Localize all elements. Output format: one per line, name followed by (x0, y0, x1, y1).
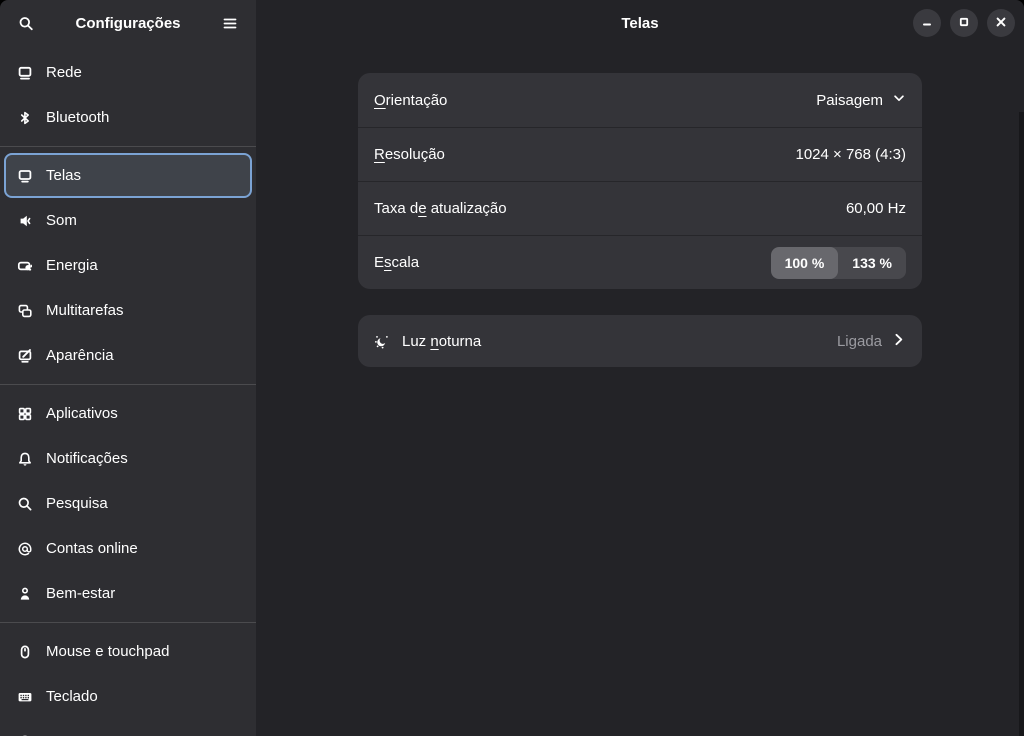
sidebar-separator (0, 146, 256, 147)
sidebar-item-label: Aparência (46, 347, 114, 364)
sidebar-separator (0, 384, 256, 385)
search-icon (17, 496, 33, 512)
sidebar-item-bem-estar[interactable]: Bem-estar (4, 571, 252, 616)
appearance-icon (17, 348, 33, 364)
maximize-button[interactable] (950, 9, 978, 37)
night-light-row[interactable]: Luz noturna Ligada (358, 315, 922, 367)
sidebar-item-label: Telas (46, 167, 81, 184)
sidebar-item-label: Pesquisa (46, 495, 108, 512)
sidebar: Configurações Rede (0, 0, 256, 736)
network-icon (17, 65, 33, 81)
search-icon (18, 16, 34, 32)
sidebar-item-label: Bem-estar (46, 585, 115, 602)
night-light-label: Luz noturna (402, 333, 481, 350)
search-button[interactable] (9, 7, 43, 41)
sidebar-nav: Rede Bluetooth Telas (0, 47, 256, 736)
mouse-icon (17, 644, 33, 660)
screen-edge-strip (1019, 112, 1024, 736)
refresh-rate-label: Taxa de atualização (374, 200, 507, 217)
hamburger-menu-icon (222, 16, 238, 32)
scale-row: Escala 100 % 133 % (358, 235, 922, 289)
sidebar-item-aplicativos[interactable]: Aplicativos (4, 391, 252, 436)
chevron-right-icon (891, 332, 906, 351)
sidebar-item-label: Notificações (46, 450, 128, 467)
night-light-icon (374, 333, 390, 349)
bluetooth-icon (17, 110, 33, 126)
sidebar-item-label: Som (46, 212, 77, 229)
chevron-down-icon (892, 91, 906, 109)
night-light-value: Ligada (837, 332, 906, 351)
display-settings-card: Orientação Paisagem Resolução (358, 73, 922, 289)
night-light-card: Luz noturna Ligada (358, 315, 922, 367)
displays-page: Orientação Paisagem Resolução (256, 47, 1024, 736)
speaker-icon (17, 213, 33, 229)
scale-label: Escala (374, 254, 419, 271)
bell-icon (17, 451, 33, 467)
sidebar-item-mouse-touchpad[interactable]: Mouse e touchpad (4, 629, 252, 674)
apps-grid-icon (17, 406, 33, 422)
orientation-row[interactable]: Orientação Paisagem (358, 73, 922, 127)
settings-app: Configurações Rede (0, 0, 1024, 736)
sidebar-item-energia[interactable]: Energia (4, 243, 252, 288)
scale-option-133[interactable]: 133 % (838, 247, 906, 279)
multitasking-icon (17, 303, 33, 319)
displays-icon (17, 168, 33, 184)
sidebar-item-rede[interactable]: Rede (4, 50, 252, 95)
app-title: Configurações (43, 15, 213, 32)
maximize-icon (956, 14, 972, 33)
sidebar-item-aparencia[interactable]: Aparência (4, 333, 252, 378)
refresh-rate-value: 60,00 Hz (846, 200, 906, 217)
sidebar-item-bluetooth[interactable]: Bluetooth (4, 95, 252, 140)
minimize-button[interactable] (913, 9, 941, 37)
sidebar-item-contas-online[interactable]: Contas online (4, 526, 252, 571)
sidebar-item-label: Bluetooth (46, 109, 109, 126)
sidebar-item-label: Teclado (46, 688, 98, 705)
orientation-label: Orientação (374, 92, 447, 109)
content-pane: Telas (256, 0, 1024, 736)
sidebar-separator (0, 622, 256, 623)
sidebar-item-partial[interactable] (4, 719, 252, 736)
scale-option-100[interactable]: 100 % (771, 247, 839, 279)
resolution-value: 1024 × 768 (4:3) (795, 146, 906, 163)
settings-window: Configurações Rede (0, 0, 1024, 736)
header-bar: Telas (256, 0, 1024, 47)
scale-toggle-group: 100 % 133 % (771, 247, 906, 279)
sidebar-item-pesquisa[interactable]: Pesquisa (4, 481, 252, 526)
sidebar-item-teclado[interactable]: Teclado (4, 674, 252, 719)
battery-icon (17, 258, 33, 274)
sidebar-item-multitarefas[interactable]: Multitarefas (4, 288, 252, 333)
close-icon (993, 14, 1009, 33)
page-title: Telas (621, 15, 658, 32)
main-menu-button[interactable] (213, 7, 247, 41)
sidebar-item-label: Aplicativos (46, 405, 118, 422)
resolution-label: Resolução (374, 146, 445, 163)
sidebar-item-label: Energia (46, 257, 98, 274)
close-button[interactable] (987, 9, 1015, 37)
sidebar-item-notificacoes[interactable]: Notificações (4, 436, 252, 481)
sidebar-item-label: Multitarefas (46, 302, 124, 319)
night-light-status: Ligada (837, 333, 882, 350)
sidebar-item-label: Mouse e touchpad (46, 643, 169, 660)
refresh-rate-row[interactable]: Taxa de atualização 60,00 Hz (358, 181, 922, 235)
at-symbol-icon (17, 541, 33, 557)
night-light-label-group: Luz noturna (374, 333, 481, 350)
resolution-row[interactable]: Resolução 1024 × 768 (4:3) (358, 127, 922, 181)
sidebar-header: Configurações (0, 0, 256, 47)
keyboard-icon (17, 689, 33, 705)
person-icon (17, 586, 33, 602)
sidebar-item-som[interactable]: Som (4, 198, 252, 243)
window-controls (913, 9, 1015, 37)
orientation-value: Paisagem (816, 91, 906, 109)
sidebar-item-telas[interactable]: Telas (4, 153, 252, 198)
sidebar-item-label: Rede (46, 64, 82, 81)
minimize-icon (919, 14, 935, 33)
sidebar-item-label: Contas online (46, 540, 138, 557)
